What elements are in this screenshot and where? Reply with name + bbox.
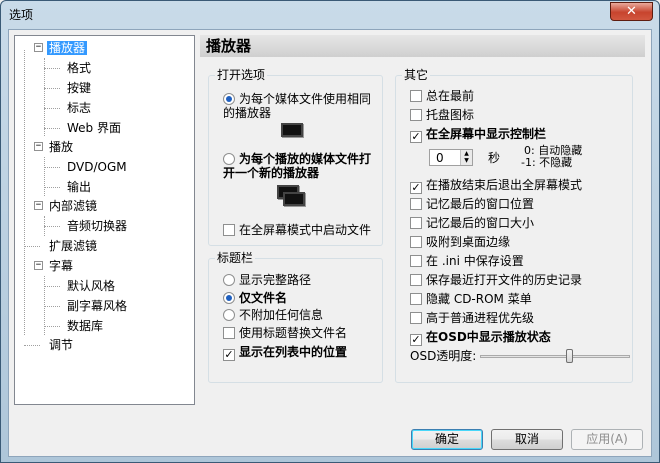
checkmark-icon: ✓ [410, 130, 422, 143]
checkbox-empty-icon [410, 109, 422, 121]
radio-unselected-icon [223, 274, 235, 286]
tree-expander-icon[interactable]: − [34, 201, 43, 210]
ok-button[interactable]: 确定 [411, 429, 483, 450]
always-on-top-checkbox[interactable]: 总在最前 [410, 89, 474, 103]
tree-item-subtitles[interactable]: 字幕 [47, 257, 75, 275]
spin-arrows-icon[interactable]: ▲ ▼ [460, 150, 472, 165]
snap-to-edges-checkbox[interactable]: 吸附到桌面边缘 [410, 235, 510, 249]
save-ini-checkbox[interactable]: 在 .ini 中保存设置 [410, 254, 524, 268]
checkbox-empty-icon [410, 198, 422, 210]
checkbox-empty-icon [410, 90, 422, 102]
title-bar[interactable]: 选项 ✕ [1, 1, 659, 29]
tree-item-logo[interactable]: 标志 [65, 99, 93, 117]
tree-item-database[interactable]: 数据库 [65, 317, 105, 335]
filename-only-radio[interactable]: 仅文件名 [223, 291, 287, 305]
use-title-checkbox[interactable]: 使用标题替换文件名 [223, 326, 347, 340]
osd-alpha-slider[interactable] [565, 349, 573, 363]
full-path-radio[interactable]: 显示完整路径 [223, 273, 311, 287]
checkmark-icon: ✓ [410, 181, 422, 194]
options-window: 选项 ✕ − − − − 播放器 格式 按键 标志 Web 界面 播放 DVD/… [0, 0, 660, 463]
checkbox-empty-icon [410, 255, 422, 267]
tree-item-player[interactable]: 播放器 [47, 39, 88, 57]
radio-selected-icon [223, 93, 235, 105]
show-controls-fullscreen-checkbox[interactable]: ✓ 在全屏幕中显示控制栏 [410, 127, 546, 143]
hide-delay-value[interactable]: 0 [436, 151, 444, 165]
hide-cdrom-checkbox[interactable]: 隐藏 CD-ROM 菜单 [410, 292, 532, 306]
checkmark-icon: ✓ [410, 333, 422, 346]
checkbox-empty-icon [410, 236, 422, 248]
close-icon: ✕ [626, 4, 637, 19]
same-player-radio[interactable]: 为每个媒体文件使用相同的播放器 [223, 92, 381, 120]
tree-item-keys[interactable]: 按键 [65, 79, 93, 97]
checkbox-empty-icon [410, 217, 422, 229]
remember-position-checkbox[interactable]: 记忆最后的窗口位置 [410, 197, 534, 211]
start-fullscreen-checkbox[interactable]: 在全屏幕模式中启动文件 [223, 223, 371, 237]
tree-item-default-style[interactable]: 默认风格 [65, 277, 117, 295]
checkbox-empty-icon [410, 293, 422, 305]
checkbox-empty-icon [223, 327, 235, 339]
exit-fullscreen-checkbox[interactable]: ✓ 在播放结束后退出全屏幕模式 [410, 178, 582, 194]
osd-status-checkbox[interactable]: ✓ 在OSD中显示播放状态 [410, 330, 551, 346]
tree-item-audio-switcher[interactable]: 音频切换器 [65, 217, 129, 235]
checkbox-empty-icon [410, 312, 422, 324]
show-position-checkbox[interactable]: ✓ 显示在列表中的位置 [223, 345, 347, 361]
window-title: 选项 [9, 8, 34, 22]
panel-title: 播放器 [200, 35, 645, 57]
tree-item-dvd-ogm[interactable]: DVD/OGM [65, 158, 129, 176]
other-group-title: 其它 [402, 68, 431, 82]
tree-item-internal-filters[interactable]: 内部滤镜 [47, 197, 99, 215]
no-info-radio[interactable]: 不附加任何信息 [223, 308, 323, 322]
tree-item-secondary-style[interactable]: 副字幕风格 [65, 297, 129, 315]
tree-expander-icon[interactable]: − [34, 43, 43, 52]
open-options-title: 打开选项 [215, 68, 268, 82]
multi-monitor-icon [283, 192, 305, 206]
osd-alpha-track[interactable] [480, 355, 630, 358]
no-hide-note: -1: 不隐藏 [521, 156, 573, 169]
high-priority-checkbox[interactable]: 高于普通进程优先级 [410, 311, 534, 325]
dialog-client: − − − − 播放器 格式 按键 标志 Web 界面 播放 DVD/OGM 输… [8, 29, 652, 457]
tree-item-external-filters[interactable]: 扩展滤镜 [47, 237, 99, 255]
single-monitor-icon [281, 123, 303, 137]
checkmark-icon: ✓ [223, 348, 235, 361]
apply-button[interactable]: 应用(A) [571, 429, 643, 450]
tree-item-formats[interactable]: 格式 [65, 59, 93, 77]
tree-item-output[interactable]: 输出 [65, 178, 93, 196]
tree-item-web-interface[interactable]: Web 界面 [65, 119, 123, 137]
checkbox-empty-icon [223, 224, 235, 236]
remember-size-checkbox[interactable]: 记忆最后的窗口大小 [410, 216, 534, 230]
radio-unselected-icon [223, 309, 235, 321]
radio-selected-icon [223, 292, 235, 304]
cancel-button[interactable]: 取消 [491, 429, 563, 450]
titlebar-group-title: 标题栏 [215, 251, 256, 265]
osd-alpha-label: OSD透明度: [410, 349, 477, 363]
tree-item-playback[interactable]: 播放 [47, 138, 75, 156]
new-player-radio[interactable]: 为每个播放的媒体文件打开一个新的播放器 [223, 152, 381, 180]
hide-delay-spinner[interactable]: 0 ▲ ▼ [429, 149, 473, 166]
seconds-label: 秒 [488, 151, 501, 165]
checkbox-empty-icon [410, 274, 422, 286]
tray-icon-checkbox[interactable]: 托盘图标 [410, 108, 474, 122]
tree-item-tweaks[interactable]: 调节 [47, 336, 75, 354]
keep-history-checkbox[interactable]: 保存最近打开文件的历史记录 [410, 273, 582, 287]
tree-expander-icon[interactable]: − [34, 142, 43, 151]
close-button[interactable]: ✕ [610, 2, 653, 21]
options-tree[interactable]: − − − − 播放器 格式 按键 标志 Web 界面 播放 DVD/OGM 输… [14, 35, 195, 405]
tree-expander-icon[interactable]: − [34, 261, 43, 270]
radio-unselected-icon [223, 153, 235, 165]
